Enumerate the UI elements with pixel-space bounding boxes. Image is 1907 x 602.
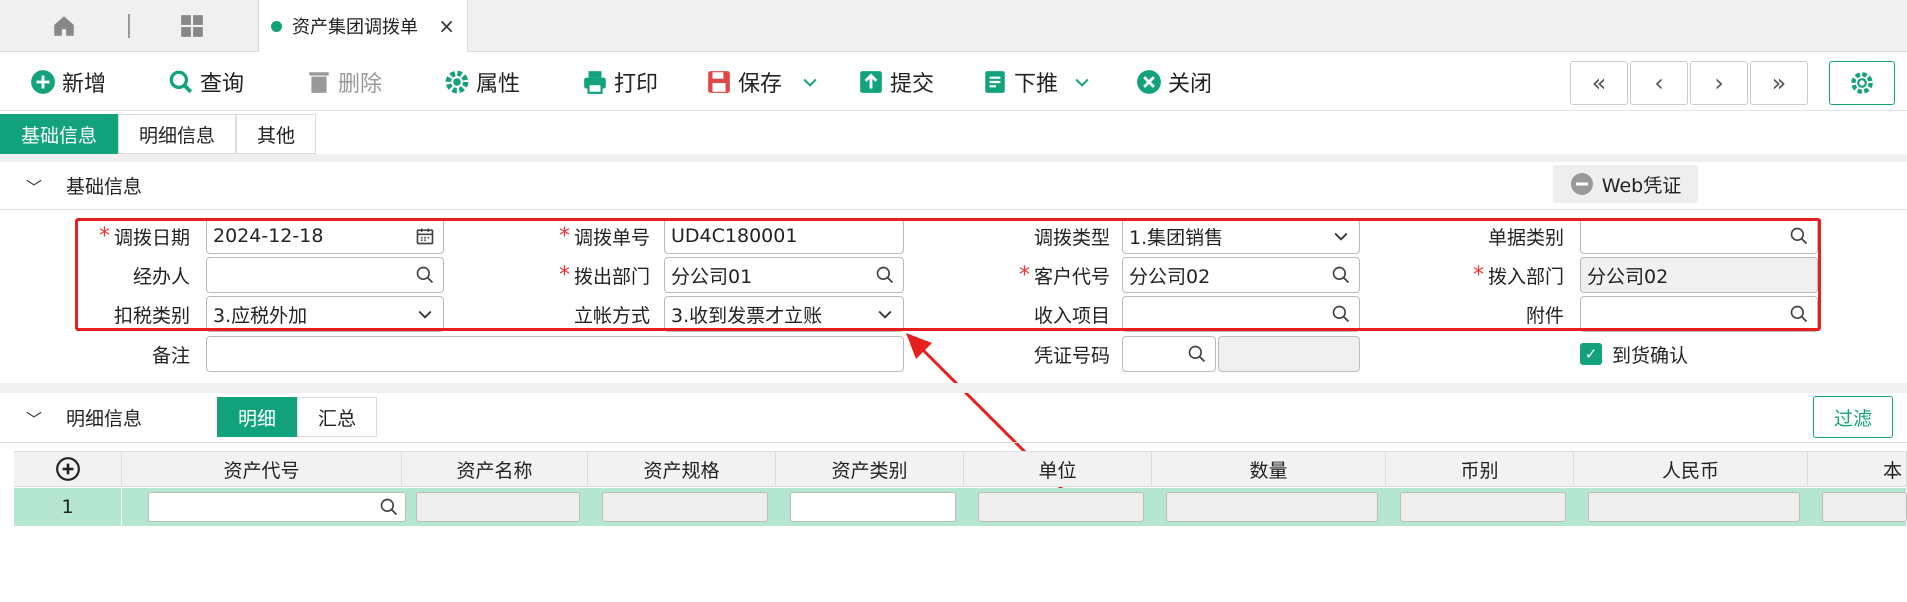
column-header[interactable]: 本 [1808,451,1907,487]
search-icon[interactable] [379,497,399,517]
rmb-input [1588,492,1800,522]
currency-input [1400,492,1566,522]
add-row-header[interactable] [14,451,122,487]
asset-name-input [416,492,580,522]
asset-code-input[interactable] [148,492,406,522]
quantity-input [1166,492,1378,522]
filter-button[interactable]: 过滤 [1813,396,1893,438]
row-index: 1 [14,488,122,526]
divider [0,383,1907,393]
unit-input [978,492,1144,522]
asset-spec-input [602,492,768,522]
tab-summary[interactable]: 汇总 [297,397,378,437]
column-header[interactable]: 人民币 [1574,451,1808,487]
detail-tabs: 明细 汇总 [217,397,378,437]
column-header[interactable]: 币别 [1386,451,1574,487]
column-header[interactable]: 资产名称 [402,451,588,487]
column-header[interactable]: 资产代号 [122,451,402,487]
column-header[interactable]: 资产类别 [776,451,964,487]
asset-category-input[interactable] [790,492,956,522]
column-header[interactable]: 数量 [1152,451,1386,487]
chevron-down-icon[interactable]: ﹀ [26,406,42,430]
column-header[interactable]: 单位 [964,451,1152,487]
section-title: 明细信息 [66,408,143,430]
plus-circle-icon[interactable] [55,456,81,482]
column-header[interactable]: 资产规格 [588,451,776,487]
table-row [122,488,1907,526]
next-column-input [1822,492,1907,522]
tab-detail[interactable]: 明细 [217,397,298,437]
